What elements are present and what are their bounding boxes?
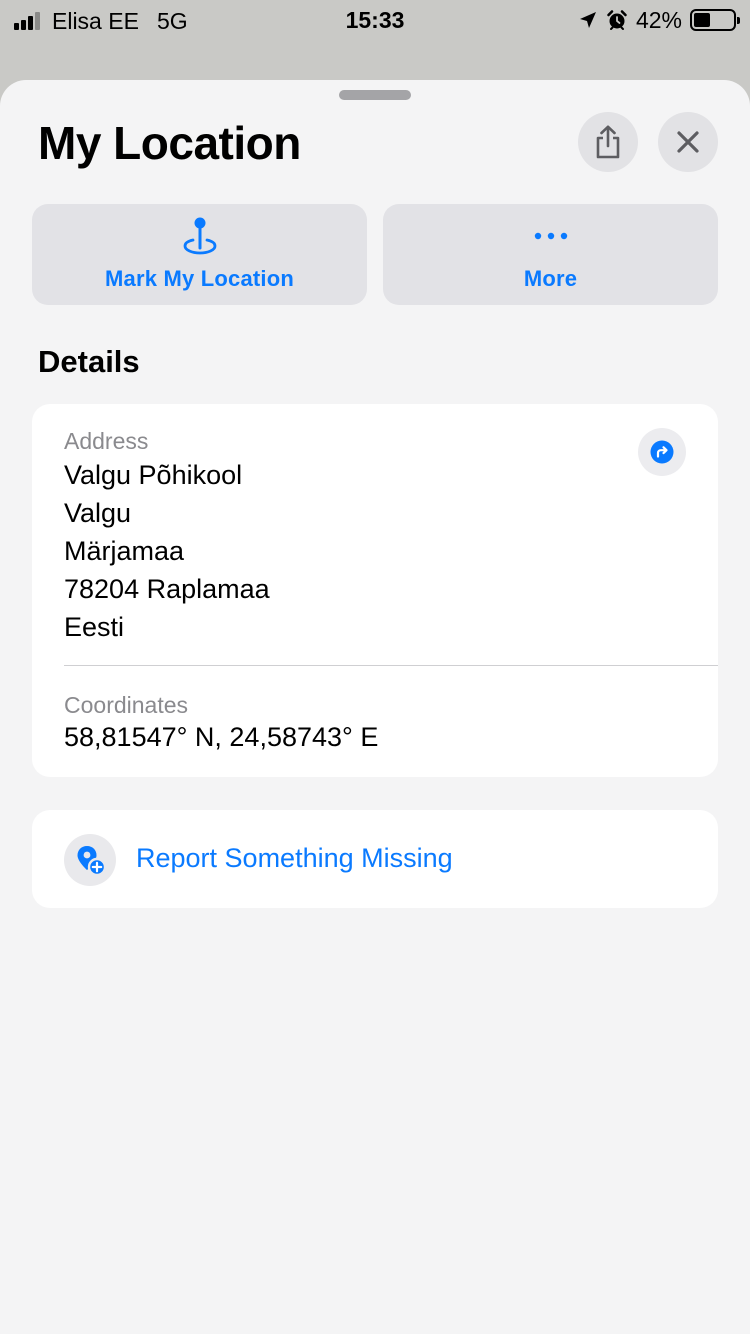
details-card: Address Valgu Põhikool Valgu Märjamaa 78… <box>32 404 718 777</box>
share-button[interactable] <box>578 112 638 172</box>
more-button[interactable]: More <box>383 204 718 305</box>
action-row: Mark My Location More <box>32 204 718 305</box>
report-something-missing-button[interactable]: Report Something Missing <box>32 810 718 908</box>
address-label: Address <box>64 428 149 454</box>
location-sheet: My Location Mark My Location More Detail… <box>0 80 750 1334</box>
add-place-icon <box>64 834 116 886</box>
sheet-grabber[interactable] <box>339 90 411 100</box>
directions-button[interactable] <box>638 428 686 476</box>
mark-my-location-label: Mark My Location <box>104 266 294 291</box>
close-icon <box>676 130 700 154</box>
details-heading: Details <box>38 344 140 379</box>
location-arrow-icon <box>578 10 598 30</box>
address-line: Valgu <box>64 498 132 528</box>
coordinates-value[interactable]: 58,81547° N, 24,58743° E <box>64 722 378 753</box>
page-title: My Location <box>38 117 301 169</box>
battery-icon <box>690 9 740 31</box>
battery-percent: 42% <box>635 6 682 33</box>
more-label: More <box>523 266 578 291</box>
report-something-missing-label: Report Something Missing <box>136 843 453 873</box>
address-line: 78204 Raplamaa <box>64 574 270 604</box>
address-line: Märjamaa <box>64 536 185 566</box>
coordinates-label: Coordinates <box>64 692 189 718</box>
ellipsis-icon <box>533 231 569 241</box>
directions-icon <box>650 440 674 464</box>
address-line: Valgu Põhikool <box>64 460 243 490</box>
pin-icon <box>183 216 217 256</box>
status-bar: Elisa EE 5G 15:33 42% <box>0 0 750 40</box>
battery-fill <box>694 13 710 27</box>
status-right: 42% <box>578 6 740 33</box>
alarm-icon <box>606 9 628 31</box>
share-icon <box>593 125 623 159</box>
address-line: Eesti <box>64 612 125 642</box>
divider <box>64 665 718 666</box>
mark-my-location-button[interactable]: Mark My Location <box>32 204 367 305</box>
address-value[interactable]: Valgu Põhikool Valgu Märjamaa 78204 Rapl… <box>64 456 270 646</box>
close-button[interactable] <box>658 112 718 172</box>
